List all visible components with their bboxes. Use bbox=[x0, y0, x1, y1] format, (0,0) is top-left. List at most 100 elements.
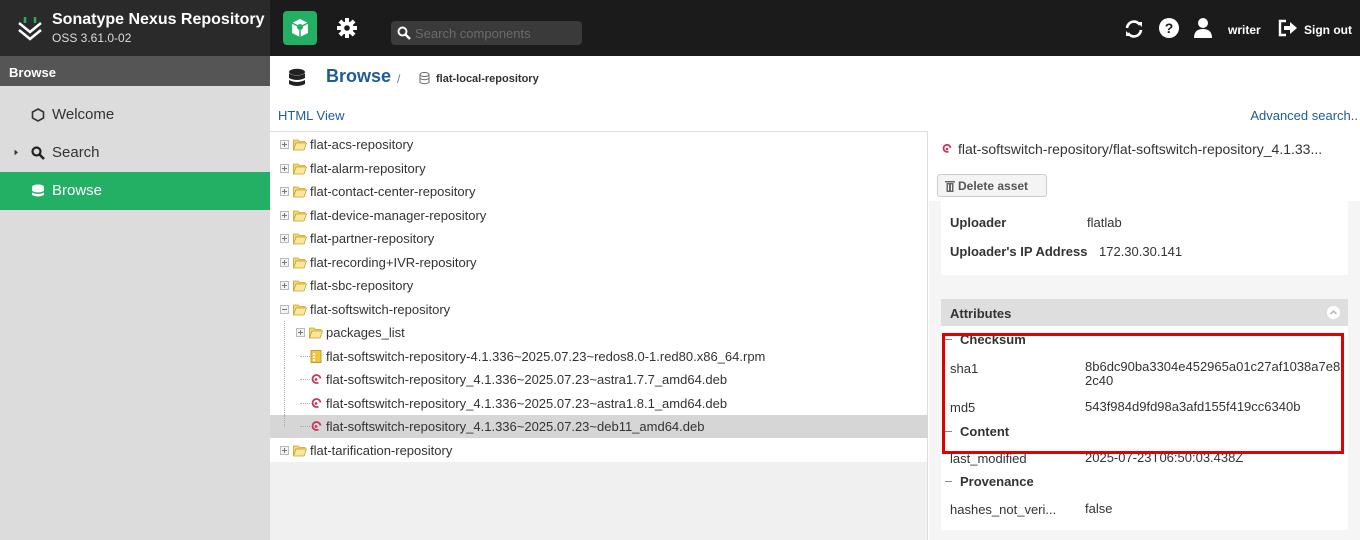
asset-title: flat-softswitch-repository/flat-softswit… bbox=[958, 141, 1323, 157]
uploader-ip-value: 172.30.30.141 bbox=[1099, 244, 1183, 259]
folder-icon bbox=[293, 233, 307, 245]
tree-node-label: flat-softswitch-repository bbox=[310, 301, 451, 317]
folder-icon bbox=[293, 257, 307, 268]
tree-node-deb[interactable]: flat-softswitch-repository_4.1.336~2025.… bbox=[270, 415, 928, 438]
hashes-not-verified-value: false bbox=[1085, 501, 1113, 516]
left-navigation: Browse Welcome Search Browse bbox=[0, 56, 270, 540]
tree-node-deb[interactable]: flat-softswitch-repository_4.1.336~2025.… bbox=[270, 368, 928, 391]
attributes-header[interactable]: Attributes bbox=[941, 299, 1348, 326]
tree-node-folder[interactable]: packages_list bbox=[270, 321, 928, 344]
expand-toggle-icon[interactable] bbox=[280, 281, 289, 290]
tree-node-label: flat-acs-repository bbox=[310, 137, 414, 152]
tree-empty-area bbox=[270, 462, 928, 540]
nav-item-search[interactable]: Search bbox=[0, 134, 270, 172]
expand-toggle-icon[interactable] bbox=[280, 210, 289, 220]
folder-icon bbox=[293, 186, 307, 198]
tree-node-folder[interactable]: flat-acs-repository bbox=[270, 133, 928, 156]
uploader-ip-label: Uploader's IP Address bbox=[950, 244, 1088, 259]
tree-node-folder[interactable]: flat-partner-repository bbox=[270, 227, 928, 250]
brand[interactable]: Sonatype Nexus Repository OSS 3.61.0-02 bbox=[0, 0, 270, 56]
tree-node-deb[interactable]: flat-softswitch-repository_4.1.336~2025.… bbox=[270, 391, 928, 415]
tree-node-label: flat-softswitch-repository_4.1.336~2025.… bbox=[326, 419, 705, 434]
html-view-link[interactable]: HTML View bbox=[278, 108, 344, 123]
folder-icon bbox=[293, 163, 307, 174]
folder-icon bbox=[309, 327, 323, 339]
tree-node-folder[interactable]: flat-device-manager-repository bbox=[270, 204, 928, 227]
breadcrumb-separator: / bbox=[397, 72, 401, 86]
expand-toggle-icon[interactable] bbox=[296, 328, 305, 337]
collapse-icon[interactable] bbox=[1327, 306, 1340, 319]
tree-node-label: flat-softswitch-repository-4.1.336~2025.… bbox=[326, 348, 766, 364]
help-icon[interactable]: ? bbox=[1159, 18, 1179, 38]
component-tree: flat-acs-repository flat-alarm-repository… bbox=[270, 131, 928, 463]
browse-mode-button[interactable] bbox=[283, 11, 317, 45]
collapse-toggle-icon[interactable] bbox=[280, 304, 289, 314]
admin-gear-icon[interactable] bbox=[336, 17, 358, 39]
search-box[interactable] bbox=[391, 21, 582, 45]
tree-node-folder[interactable]: flat-softswitch-repository bbox=[270, 298, 928, 321]
sign-out-icon[interactable] bbox=[1278, 19, 1298, 37]
collapse-minus-icon bbox=[945, 481, 952, 482]
tree-node-label: flat-contact-center-repository bbox=[310, 184, 476, 199]
folder-icon bbox=[293, 304, 307, 315]
brand-version: OSS 3.61.0-02 bbox=[52, 31, 132, 45]
hashes-not-verified-label: hashes_not_veri... bbox=[950, 502, 1057, 517]
nav-label-welcome: Welcome bbox=[52, 106, 115, 123]
group-provenance[interactable]: Provenance bbox=[941, 470, 1348, 492]
attr-row-hashes: hashes_not_veri... false bbox=[941, 496, 1348, 518]
checksum-highlight-box bbox=[942, 333, 1344, 454]
expand-toggle-icon[interactable] bbox=[280, 445, 289, 455]
breadcrumb-browse[interactable]: Browse bbox=[326, 66, 391, 87]
nav-item-browse[interactable]: Browse bbox=[0, 172, 270, 210]
expand-toggle-icon[interactable] bbox=[280, 234, 289, 243]
cube-icon bbox=[291, 19, 309, 37]
user-icon[interactable] bbox=[1193, 17, 1213, 39]
database-icon bbox=[289, 68, 305, 86]
trash-icon bbox=[945, 181, 955, 192]
tree-connector bbox=[284, 344, 285, 368]
uploader-value: flatlab bbox=[1087, 215, 1122, 230]
tree-node-folder[interactable]: flat-sbc-repository bbox=[270, 274, 928, 297]
nav-label-search: Search bbox=[52, 144, 100, 161]
folder-icon bbox=[293, 445, 307, 456]
tree-connector bbox=[284, 391, 285, 415]
tree-node-label: flat-sbc-repository bbox=[310, 278, 414, 293]
group-provenance-label: Provenance bbox=[960, 474, 1034, 489]
refresh-icon[interactable] bbox=[1123, 18, 1145, 40]
rpm-package-icon bbox=[310, 349, 322, 363]
expand-toggle-icon[interactable] bbox=[280, 140, 289, 149]
tree-node-label: flat-device-manager-repository bbox=[310, 207, 487, 223]
expand-toggle-icon[interactable] bbox=[280, 163, 289, 173]
tree-node-rpm[interactable]: flat-softswitch-repository-4.1.336~2025.… bbox=[270, 344, 928, 368]
tree-node-folder[interactable]: flat-tarification-repository bbox=[270, 439, 928, 462]
tree-node-label: flat-alarm-repository bbox=[310, 160, 426, 176]
expand-arrow-icon bbox=[14, 149, 18, 156]
search-components-input[interactable] bbox=[415, 21, 577, 45]
tree-node-folder[interactable]: flat-contact-center-repository bbox=[270, 180, 928, 203]
expand-toggle-icon[interactable] bbox=[280, 187, 289, 196]
folder-icon bbox=[293, 210, 307, 221]
tree-node-folder[interactable]: flat-alarm-repository bbox=[270, 157, 928, 180]
expand-toggle-icon[interactable] bbox=[280, 257, 289, 267]
breadcrumb-repository: flat-local-repository bbox=[436, 73, 539, 85]
tree-connector bbox=[284, 415, 285, 427]
tree-connector bbox=[284, 321, 285, 344]
tree-node-label: flat-partner-repository bbox=[310, 231, 435, 246]
tree-node-label: flat-softswitch-repository_4.1.336~2025.… bbox=[326, 372, 728, 387]
tree-node-label: flat-tarification-repository bbox=[310, 442, 453, 458]
nav-label-browse: Browse bbox=[52, 182, 103, 199]
nexus-logo-icon bbox=[18, 17, 42, 41]
sign-out-button[interactable]: Sign out bbox=[1304, 23, 1352, 37]
delete-asset-label: Delete asset bbox=[958, 179, 1029, 193]
debian-package-icon bbox=[942, 144, 952, 153]
search-icon bbox=[31, 146, 45, 160]
attributes-title: Attributes bbox=[950, 306, 1012, 321]
debian-package-icon bbox=[311, 374, 322, 384]
advanced-search-link[interactable]: Advanced search.. bbox=[1250, 108, 1358, 123]
delete-asset-button[interactable]: Delete asset bbox=[937, 174, 1047, 197]
database-icon bbox=[32, 184, 44, 197]
user-name[interactable]: writer bbox=[1228, 23, 1261, 37]
search-icon bbox=[397, 26, 411, 40]
tree-node-folder[interactable]: flat-recording+IVR-repository bbox=[270, 251, 928, 274]
nav-item-welcome[interactable]: Welcome bbox=[0, 96, 270, 134]
